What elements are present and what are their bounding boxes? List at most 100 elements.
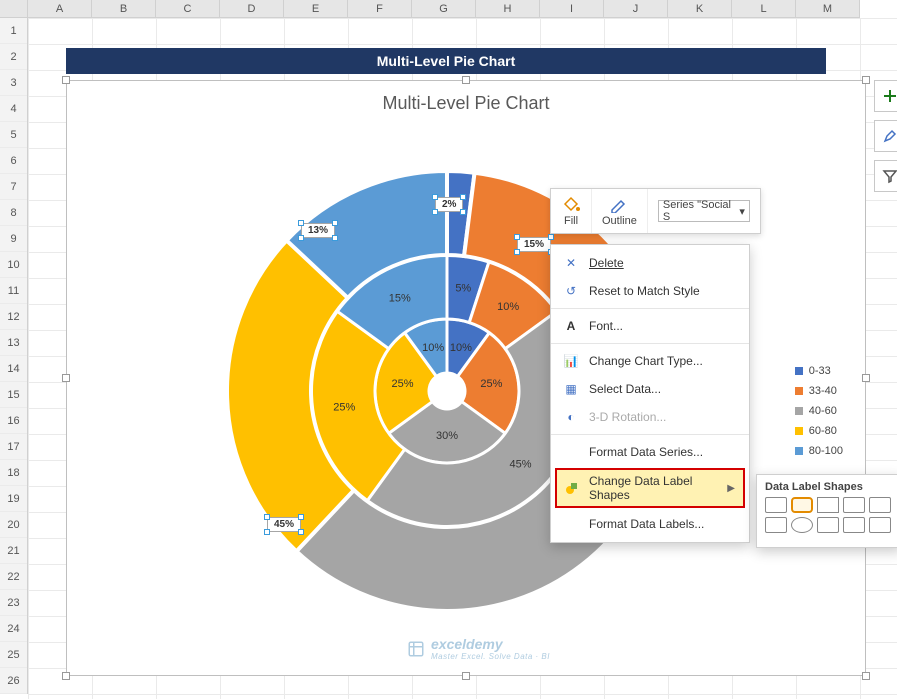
legend-item[interactable]: 0-33 (795, 361, 843, 381)
col-hd-B[interactable]: B (92, 0, 156, 17)
col-hd-J[interactable]: J (604, 0, 668, 17)
row-hd-10[interactable]: 10 (0, 252, 27, 278)
data-label[interactable]: 10% (450, 342, 472, 354)
row-hd-11[interactable]: 11 (0, 278, 27, 304)
shape-callout-right[interactable] (817, 497, 839, 513)
col-hd-G[interactable]: G (412, 0, 476, 17)
selection-handle[interactable] (862, 374, 870, 382)
col-hd-A[interactable]: A (28, 0, 92, 17)
row-hd-2[interactable]: 2 (0, 44, 27, 70)
row-hd-13[interactable]: 13 (0, 330, 27, 356)
ctx-format-series[interactable]: Format Data Series... (551, 438, 749, 466)
data-label[interactable]: 10% (422, 342, 444, 354)
row-hd-8[interactable]: 8 (0, 200, 27, 226)
data-label[interactable]: 10% (497, 301, 519, 313)
shape-rounded-rect[interactable] (791, 497, 813, 513)
data-label-15[interactable]: 15% (517, 237, 551, 252)
data-label-13[interactable]: 13% (301, 223, 335, 238)
row-hd-14[interactable]: 14 (0, 356, 27, 382)
row-hd-23[interactable]: 23 (0, 590, 27, 616)
chart-title[interactable]: Multi-Level Pie Chart (67, 93, 865, 114)
selection-handle[interactable] (462, 672, 470, 680)
shape-icon (565, 480, 579, 496)
worksheet-grid[interactable]: Multi-Level Pie Chart Multi-Level Pie Ch… (28, 18, 897, 699)
chevron-down-icon: ▾ (739, 205, 745, 218)
legend-item[interactable]: 40-60 (795, 401, 843, 421)
shape-callout-down[interactable] (765, 517, 787, 533)
row-hd-25[interactable]: 25 (0, 642, 27, 668)
chart-filters-button[interactable] (874, 160, 897, 192)
ctx-change-label-shapes[interactable]: Change Data Label Shapes ▶ (555, 468, 745, 508)
select-all-corner[interactable] (0, 0, 28, 17)
ctx-font[interactable]: AFont... (551, 312, 749, 340)
data-label[interactable]: 45% (510, 459, 532, 471)
shape-wedge2[interactable] (843, 517, 865, 533)
font-icon: A (563, 318, 579, 334)
ctx-delete[interactable]: ✕Delete (551, 249, 749, 277)
fill-button[interactable]: Fill (551, 189, 592, 233)
data-label[interactable]: 5% (455, 282, 471, 294)
ctx-reset-style[interactable]: ↺Reset to Match Style (551, 277, 749, 305)
chart-type-icon: 📊 (563, 353, 579, 369)
shape-wedge[interactable] (817, 517, 839, 533)
col-hd-I[interactable]: I (540, 0, 604, 17)
data-label[interactable]: 25% (480, 378, 502, 390)
row-hd-9[interactable]: 9 (0, 226, 27, 252)
row-hd-15[interactable]: 15 (0, 382, 27, 408)
row-hd-19[interactable]: 19 (0, 486, 27, 512)
legend-item[interactable]: 60-80 (795, 421, 843, 441)
series-selector[interactable]: Series "Social S▾ (648, 189, 760, 233)
data-label-45[interactable]: 45% (267, 517, 301, 532)
row-hd-17[interactable]: 17 (0, 434, 27, 460)
data-label[interactable]: 25% (333, 401, 355, 413)
ctx-change-chart-type[interactable]: 📊Change Chart Type... (551, 347, 749, 375)
outline-label: Outline (602, 215, 637, 227)
row-hd-26[interactable]: 26 (0, 668, 27, 694)
row-hd-6[interactable]: 6 (0, 148, 27, 174)
shape-wedge3[interactable] (869, 517, 891, 533)
row-hd-5[interactable]: 5 (0, 122, 27, 148)
chart-styles-button[interactable] (874, 120, 897, 152)
row-hd-1[interactable]: 1 (0, 18, 27, 44)
col-hd-E[interactable]: E (284, 0, 348, 17)
ctx-format-labels[interactable]: Format Data Labels... (551, 510, 749, 538)
row-hd-12[interactable]: 12 (0, 304, 27, 330)
selection-handle[interactable] (862, 76, 870, 84)
selection-handle[interactable] (62, 672, 70, 680)
data-label[interactable]: 25% (392, 378, 414, 390)
data-label[interactable]: 15% (389, 292, 411, 304)
col-hd-F[interactable]: F (348, 0, 412, 17)
shape-callout-left[interactable] (843, 497, 865, 513)
col-hd-D[interactable]: D (220, 0, 284, 17)
chart-legend[interactable]: 0-3333-4040-6060-8080-100 (795, 361, 843, 461)
ctx-select-data[interactable]: ▦Select Data... (551, 375, 749, 403)
row-hd-24[interactable]: 24 (0, 616, 27, 642)
col-hd-L[interactable]: L (732, 0, 796, 17)
row-hd-7[interactable]: 7 (0, 174, 27, 200)
shape-ellipse[interactable] (791, 517, 813, 533)
col-hd-H[interactable]: H (476, 0, 540, 17)
row-hd-3[interactable]: 3 (0, 70, 27, 96)
row-hd-16[interactable]: 16 (0, 408, 27, 434)
col-hd-C[interactable]: C (156, 0, 220, 17)
col-hd-K[interactable]: K (668, 0, 732, 17)
data-label-2[interactable]: 2% (435, 197, 463, 212)
shape-callout-up[interactable] (869, 497, 891, 513)
row-hd-4[interactable]: 4 (0, 96, 27, 122)
selection-handle[interactable] (862, 672, 870, 680)
selection-handle[interactable] (462, 76, 470, 84)
chart-elements-button[interactable] (874, 80, 897, 112)
row-hd-20[interactable]: 20 (0, 512, 27, 538)
selection-handle[interactable] (62, 374, 70, 382)
legend-item[interactable]: 80-100 (795, 441, 843, 461)
row-hd-22[interactable]: 22 (0, 564, 27, 590)
legend-item[interactable]: 33-40 (795, 381, 843, 401)
row-hd-21[interactable]: 21 (0, 538, 27, 564)
row-hd-18[interactable]: 18 (0, 460, 27, 486)
pen-icon (609, 195, 629, 213)
col-hd-M[interactable]: M (796, 0, 860, 17)
data-label[interactable]: 30% (436, 430, 458, 442)
shape-rect[interactable] (765, 497, 787, 513)
outline-button[interactable]: Outline (592, 189, 648, 233)
selection-handle[interactable] (62, 76, 70, 84)
